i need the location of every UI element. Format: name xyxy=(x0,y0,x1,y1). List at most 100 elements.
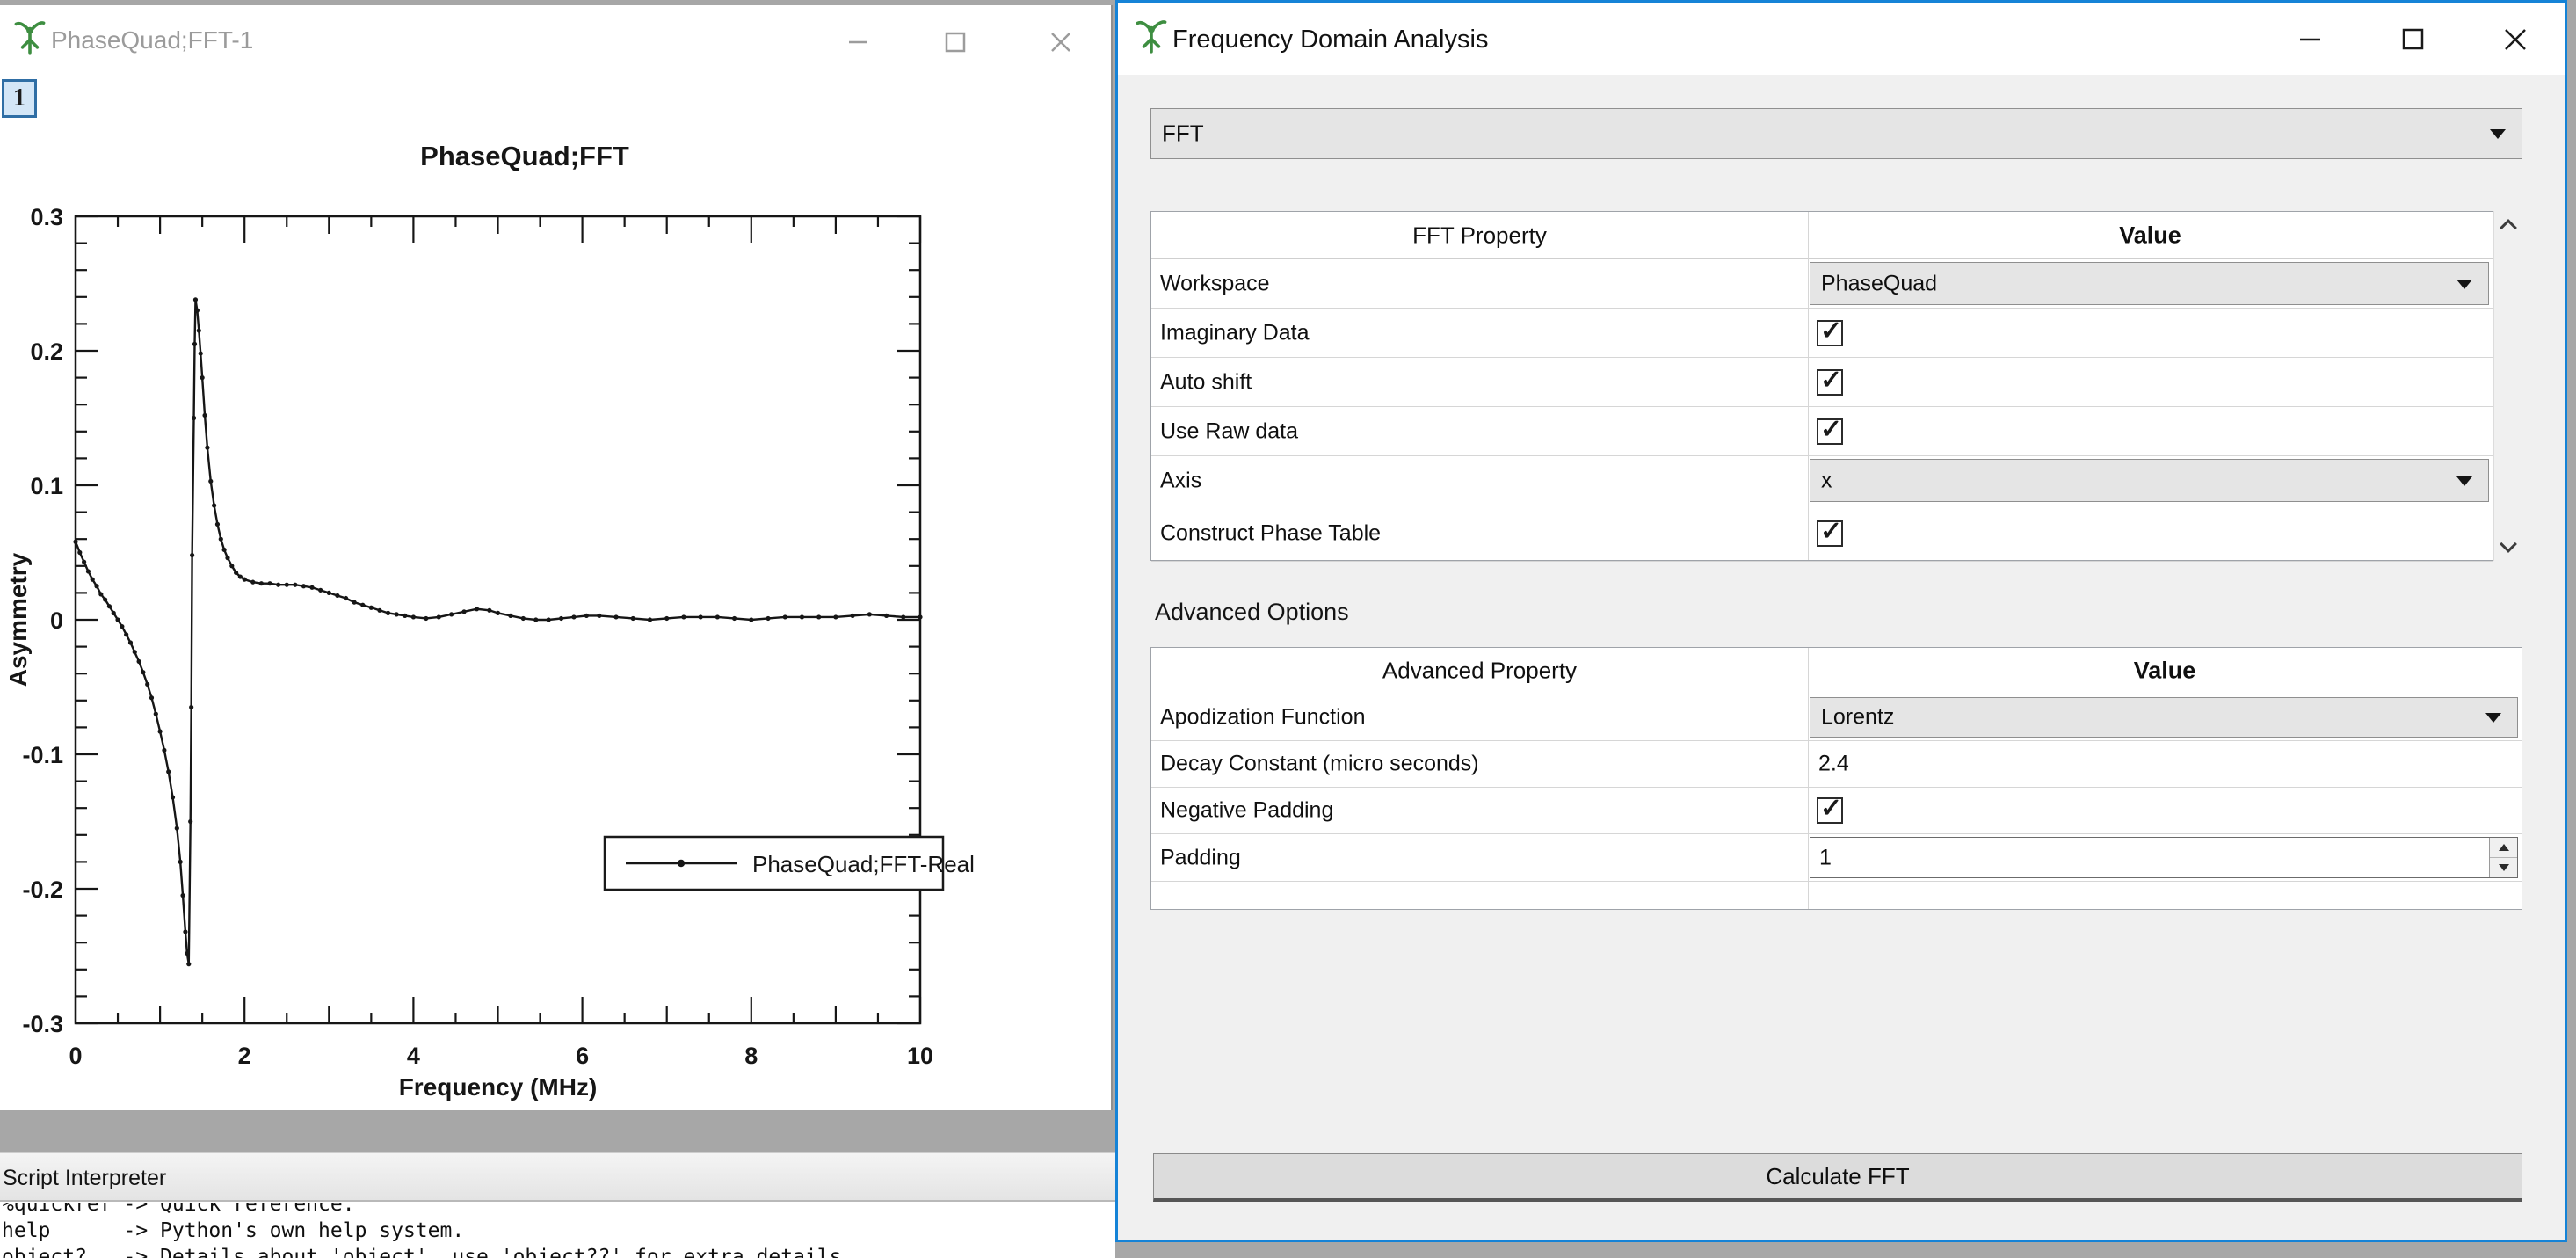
selected-value: PhaseQuad xyxy=(1821,271,1937,296)
y-tick-label: -0.3 xyxy=(22,1011,63,1037)
property-label: Construct Phase Table xyxy=(1160,520,1381,546)
checkmark-icon: ✓ xyxy=(1820,414,1842,445)
auto-shift-checkbox[interactable]: ✓ xyxy=(1817,369,1843,396)
selected-value: Lorentz xyxy=(1821,705,1894,731)
dialog-title: Frequency Domain Analysis xyxy=(1172,25,1488,55)
chevron-down-icon xyxy=(2456,476,2472,486)
value-column-header: Value xyxy=(2134,658,2196,685)
spin-down-button[interactable] xyxy=(2490,858,2517,878)
graph-window-titlebar[interactable]: PhaseQuad;FFT-1 xyxy=(0,5,1111,70)
table-row: Apodization Function Lorentz xyxy=(1151,694,2522,741)
mantid-app-icon xyxy=(14,19,46,56)
checkmark-icon: ✓ xyxy=(1820,365,1842,396)
close-icon[interactable] xyxy=(2491,18,2540,61)
spin-up-button[interactable] xyxy=(2490,838,2517,858)
console-line: %quickref -> Quick reference. xyxy=(0,1203,1115,1218)
workspace-select[interactable]: PhaseQuad xyxy=(1810,262,2489,305)
close-icon[interactable] xyxy=(1036,21,1085,63)
python-console-output[interactable]: %quickref -> Quick reference.help -> Pyt… xyxy=(0,1203,1115,1258)
table-header-row: Advanced PropertyValue xyxy=(1151,648,2522,694)
checkmark-icon: ✓ xyxy=(1820,516,1842,547)
table-row: Axis x xyxy=(1151,456,2493,505)
checkmark-icon: ✓ xyxy=(1820,793,1842,824)
script-interpreter-title: Script Interpreter xyxy=(3,1166,166,1191)
table-row: Auto shift✓ xyxy=(1151,358,2493,407)
x-tick-label: 4 xyxy=(407,1043,420,1069)
x-tick-label: 10 xyxy=(907,1043,933,1069)
console-line: help -> Python's own help system. xyxy=(0,1218,1115,1244)
scroll-up-icon[interactable] xyxy=(2500,219,2517,236)
script-interpreter-header[interactable]: Script Interpreter xyxy=(0,1152,1115,1202)
x-axis-label: Frequency (MHz) xyxy=(399,1073,598,1101)
use-raw-data-checkbox[interactable]: ✓ xyxy=(1817,418,1843,445)
y-tick-label: -0.1 xyxy=(22,742,63,768)
desktop: { "colors": { "desktop": "#a7a7a7", "act… xyxy=(0,0,2576,1258)
triangle-up-icon xyxy=(2499,844,2509,851)
selected-value: x xyxy=(1821,468,1832,493)
table-row: Use Raw data ✓ xyxy=(1151,407,2493,456)
table-row: Negative Padding ✓ xyxy=(1151,788,2522,834)
property-label: Axis xyxy=(1160,468,1201,493)
spinbox-value: 1 xyxy=(1819,845,1832,870)
property-label: Decay Constant (micro seconds) xyxy=(1160,752,1479,777)
graph-layer-tab[interactable]: 1 xyxy=(2,79,37,118)
property-column-header: FFT Property xyxy=(1412,222,1547,249)
spinner-buttons xyxy=(2489,838,2517,877)
chevron-down-icon xyxy=(2456,280,2472,289)
graph-window: PhaseQuad;FFT-1 1 PhaseQuad;FFT 0 2 4 6 8 10 0.… xyxy=(0,5,1113,1110)
fft-property-table: FFT Property Value Workspace PhaseQuad Imagi… xyxy=(1150,211,2493,561)
transform-type-select[interactable]: FFT xyxy=(1150,108,2522,159)
imaginary-data-checkbox[interactable]: ✓ xyxy=(1817,320,1843,346)
plot-title: PhaseQuad;FFT xyxy=(420,141,629,171)
table-row: Construct Phase Table ✓ xyxy=(1151,505,2493,562)
table-scrollbar[interactable] xyxy=(2493,211,2522,561)
y-tick-label: 0.3 xyxy=(30,204,63,230)
script-interpreter-panel: Script Interpreter %quickref -> Quick re… xyxy=(0,1152,1115,1258)
plot-frame xyxy=(76,216,920,1023)
axis-ticks xyxy=(76,216,920,1023)
apodization-function-select[interactable]: Lorentz xyxy=(1810,697,2518,738)
y-tick-label: 0.2 xyxy=(30,338,63,365)
table-row: Decay Constant (micro seconds) 2.4 xyxy=(1151,741,2522,788)
chevron-down-icon xyxy=(2485,713,2501,723)
checkmark-icon: ✓ xyxy=(1820,316,1842,346)
advanced-options-label: Advanced Options xyxy=(1155,599,1349,626)
property-label: Negative Padding xyxy=(1160,798,1333,824)
triangle-down-icon xyxy=(2499,864,2509,871)
frequency-domain-analysis-dialog: Frequency Domain Analysis FFT FFT Proper… xyxy=(1115,0,2567,1242)
x-tick-label: 2 xyxy=(238,1043,251,1069)
property-label: Apodization Function xyxy=(1160,705,1365,731)
property-label: Imaginary Data xyxy=(1160,320,1310,345)
construct-phase-table-checkbox[interactable]: ✓ xyxy=(1817,520,1843,547)
scroll-down-icon[interactable] xyxy=(2500,535,2517,553)
maximize-icon[interactable] xyxy=(2388,18,2437,61)
advanced-property-table: Advanced PropertyValueApodization Functi… xyxy=(1150,647,2522,910)
value-column-header: Value xyxy=(2119,222,2181,249)
dialog-titlebar[interactable]: Frequency Domain Analysis xyxy=(1118,3,2565,75)
mantid-app-icon xyxy=(1136,18,1167,55)
y-tick-label: 0 xyxy=(50,607,63,634)
table-row: Workspace PhaseQuad xyxy=(1151,259,2493,309)
graph-window-title: PhaseQuad;FFT-1 xyxy=(51,26,253,55)
y-tick-label: -0.2 xyxy=(22,876,63,903)
console-line: object? -> Details about 'object', use '… xyxy=(0,1244,1115,1258)
maximize-icon[interactable] xyxy=(931,21,980,63)
property-label: Use Raw data xyxy=(1160,418,1298,444)
x-tick-label: 0 xyxy=(69,1043,82,1069)
property-label: Workspace xyxy=(1160,271,1270,296)
calculate-fft-button[interactable]: Calculate FFT xyxy=(1153,1153,2522,1202)
x-tick-label: 6 xyxy=(576,1043,589,1069)
legend[interactable]: PhaseQuad;FFT-Real xyxy=(605,837,975,890)
padding-spinbox[interactable]: 1 xyxy=(1810,837,2518,878)
property-label: Padding xyxy=(1160,845,1241,870)
table-row: Imaginary Data ✓ xyxy=(1151,309,2493,358)
chevron-down-icon xyxy=(2490,129,2506,139)
decay-constant-micro-seconds--value-field[interactable]: 2.4 xyxy=(1818,752,1849,777)
x-tick-label: 8 xyxy=(744,1043,758,1069)
negative-padding-checkbox[interactable]: ✓ xyxy=(1817,797,1843,824)
axis-select[interactable]: x xyxy=(1810,459,2489,502)
minimize-icon[interactable] xyxy=(833,21,882,63)
minimize-icon[interactable] xyxy=(2285,18,2334,61)
y-axis-label: Asymmetry xyxy=(4,552,32,687)
table-row: Padding 1 xyxy=(1151,834,2522,882)
